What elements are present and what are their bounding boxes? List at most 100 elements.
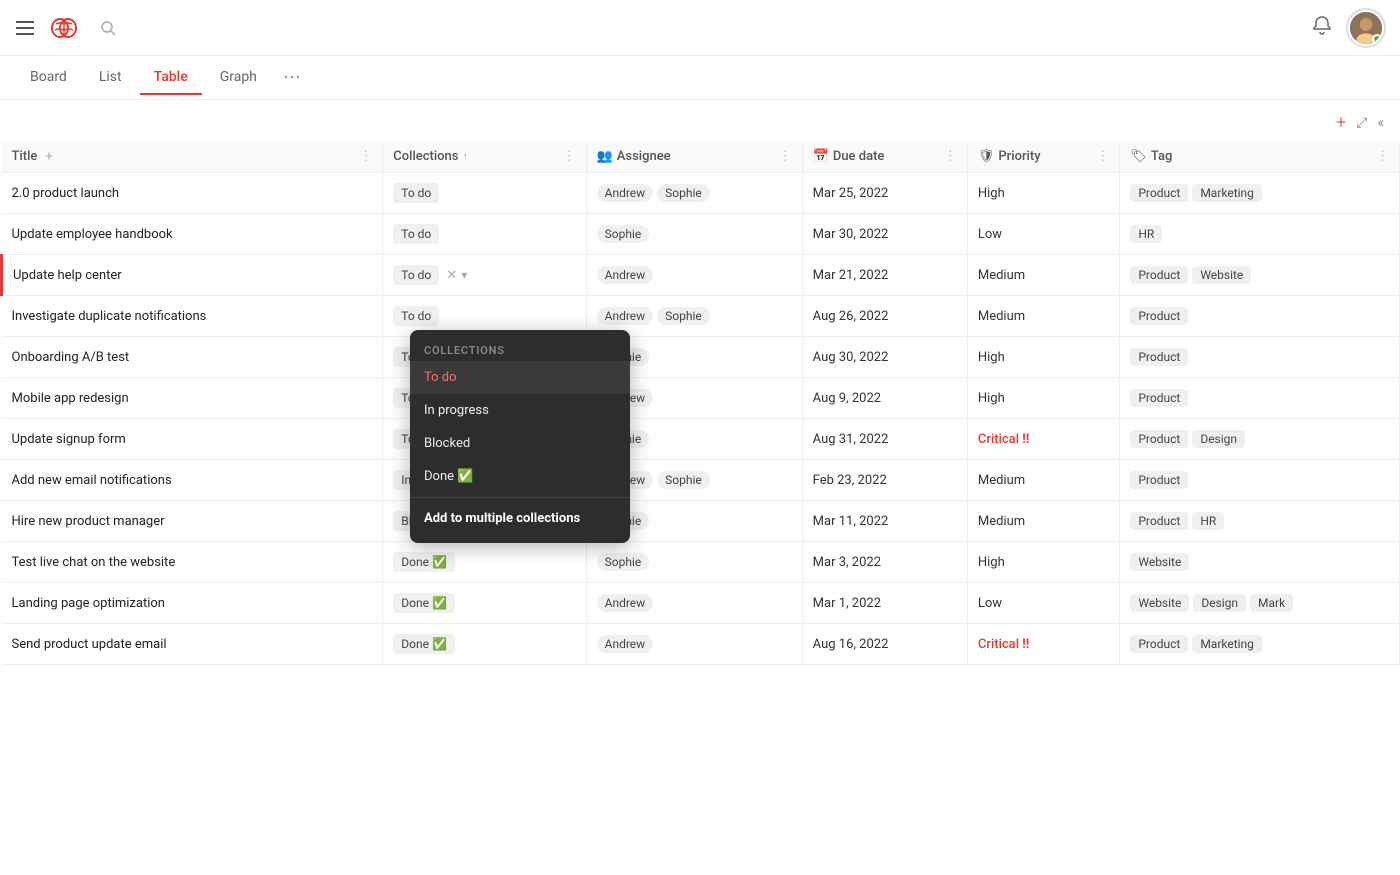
- tag-pill: HR: [1192, 512, 1224, 530]
- tag-pill: Product: [1130, 512, 1188, 530]
- assignee-pill[interactable]: Andrew: [597, 594, 654, 612]
- tag-col-label: Tag: [1151, 149, 1172, 164]
- search-bar[interactable]: [100, 20, 124, 36]
- row-collection[interactable]: To do: [383, 173, 586, 214]
- tab-graph[interactable]: Graph: [206, 61, 271, 95]
- row-priority: High: [967, 378, 1120, 419]
- assignee-pill[interactable]: Sophie: [597, 553, 650, 571]
- dropdown-item-blocked[interactable]: Blocked: [410, 427, 630, 460]
- row-title[interactable]: Onboarding A/B test: [2, 337, 383, 378]
- assignee-pill[interactable]: Sophie: [657, 307, 710, 325]
- user-avatar[interactable]: [1348, 10, 1384, 46]
- collections-col-label: Collections: [393, 149, 458, 164]
- assignee-pill[interactable]: Sophie: [657, 184, 710, 202]
- collections-dropdown: COLLECTIONS To do In progress Blocked Do…: [410, 330, 630, 543]
- row-collection[interactable]: Done ✅: [383, 583, 586, 624]
- tag-pill: Design: [1192, 430, 1245, 448]
- row-tags: Product: [1120, 337, 1400, 378]
- collapse-btn[interactable]: «: [1377, 115, 1384, 131]
- row-tags: Product: [1120, 296, 1400, 337]
- row-title[interactable]: Mobile app redesign: [2, 378, 383, 419]
- row-title[interactable]: Hire new product manager: [2, 501, 383, 542]
- brain-icon: [50, 16, 78, 40]
- collection-chevron-btn[interactable]: ▾: [461, 268, 467, 282]
- tag-pill: Website: [1130, 553, 1189, 571]
- collections-col-menu[interactable]: ⋮: [563, 149, 576, 164]
- row-title[interactable]: Investigate duplicate notifications: [2, 296, 383, 337]
- col-assignee: 👥 Assignee ⋮: [586, 141, 802, 173]
- row-due-date: Mar 30, 2022: [802, 214, 967, 255]
- tab-list[interactable]: List: [85, 61, 136, 95]
- tag-pill: Product: [1130, 184, 1188, 202]
- row-title[interactable]: Add new email notifications: [2, 460, 383, 501]
- row-priority: Medium: [967, 460, 1120, 501]
- critical-icon: ‼: [1022, 432, 1029, 447]
- dropdown-item-inprogress[interactable]: In progress: [410, 394, 630, 427]
- row-due-date: Mar 3, 2022: [802, 542, 967, 583]
- row-due-date: Mar 1, 2022: [802, 583, 967, 624]
- assignee-pill[interactable]: Sophie: [657, 471, 710, 489]
- col-priority: 🛡 Priority ⋮: [967, 141, 1120, 173]
- row-collection[interactable]: To do: [383, 214, 586, 255]
- collection-clear-btn[interactable]: ✕: [446, 268, 457, 283]
- table-row: Send product update emailDone ✅AndrewAug…: [2, 624, 1400, 665]
- hamburger-menu[interactable]: [16, 21, 34, 35]
- row-title[interactable]: Update employee handbook: [2, 214, 383, 255]
- row-title[interactable]: Landing page optimization: [2, 583, 383, 624]
- row-collection[interactable]: To do✕▾: [383, 255, 586, 296]
- more-options-btn[interactable]: ⋯: [275, 63, 309, 92]
- priority-col-menu[interactable]: ⋮: [1096, 149, 1109, 164]
- assignee-pill[interactable]: Andrew: [597, 266, 654, 284]
- col-tag: 🏷 Tag ⋮: [1120, 141, 1400, 173]
- due-date-col-menu[interactable]: ⋮: [944, 149, 957, 164]
- table-wrapper: Title + ⋮ Collections ↑ ⋮ 👥 Assigne: [0, 141, 1400, 665]
- table-row: Mobile app redesignTo doAndrewAug 9, 202…: [2, 378, 1400, 419]
- col-collections: Collections ↑ ⋮: [383, 141, 586, 173]
- projects-header: + ⤢ «: [0, 100, 1400, 141]
- tag-pill: Design: [1193, 594, 1246, 612]
- add-project-btn[interactable]: +: [1336, 112, 1346, 133]
- tag-col-menu[interactable]: ⋮: [1376, 149, 1389, 164]
- assignee-pill[interactable]: Andrew: [597, 184, 654, 202]
- tag-pill: Product: [1130, 471, 1188, 489]
- col-due-date: 📅 Due date ⋮: [802, 141, 967, 173]
- search-icon: [100, 20, 116, 36]
- tag-pill: HR: [1130, 225, 1162, 243]
- row-title[interactable]: Update help center: [2, 255, 383, 296]
- priority-col-label: Priority: [998, 149, 1040, 164]
- assignee-pill[interactable]: Sophie: [597, 225, 650, 243]
- assignee-col-menu[interactable]: ⋮: [779, 149, 792, 164]
- row-title[interactable]: Send product update email: [2, 624, 383, 665]
- tag-pill: Marketing: [1192, 184, 1262, 202]
- dropdown-item-todo[interactable]: To do: [410, 361, 630, 394]
- collections-sort[interactable]: ↑: [462, 150, 468, 163]
- add-col-btn[interactable]: +: [41, 149, 56, 164]
- row-due-date: Mar 25, 2022: [802, 173, 967, 214]
- critical-icon: ‼: [1022, 637, 1029, 652]
- row-priority: Medium: [967, 255, 1120, 296]
- expand-btn[interactable]: ⤢: [1356, 115, 1367, 131]
- dropdown-item-done[interactable]: Done ✅: [410, 460, 630, 493]
- assignee-pill[interactable]: Andrew: [597, 635, 654, 653]
- tab-board[interactable]: Board: [16, 61, 81, 95]
- row-tags: Website: [1120, 542, 1400, 583]
- projects-table: Title + ⋮ Collections ↑ ⋮ 👥 Assigne: [0, 141, 1400, 665]
- row-due-date: Aug 31, 2022: [802, 419, 967, 460]
- title-col-menu[interactable]: ⋮: [359, 149, 372, 164]
- row-collection[interactable]: Done ✅: [383, 624, 586, 665]
- row-assignee: Sophie: [586, 542, 802, 583]
- row-tags: ProductWebsite: [1120, 255, 1400, 296]
- assignee-pill[interactable]: Andrew: [597, 307, 654, 325]
- row-due-date: Feb 23, 2022: [802, 460, 967, 501]
- online-indicator: [1372, 34, 1382, 44]
- row-priority: Critical ‼: [967, 624, 1120, 665]
- dropdown-item-multiple[interactable]: Add to multiple collections: [410, 502, 630, 535]
- row-title[interactable]: Test live chat on the website: [2, 542, 383, 583]
- tab-table[interactable]: Table: [140, 61, 202, 95]
- notification-bell[interactable]: [1312, 15, 1332, 40]
- row-collection[interactable]: Done ✅: [383, 542, 586, 583]
- app-logo: [50, 16, 84, 40]
- row-title[interactable]: Update signup form: [2, 419, 383, 460]
- due-date-col-label: Due date: [833, 149, 885, 164]
- row-title[interactable]: 2.0 product launch: [2, 173, 383, 214]
